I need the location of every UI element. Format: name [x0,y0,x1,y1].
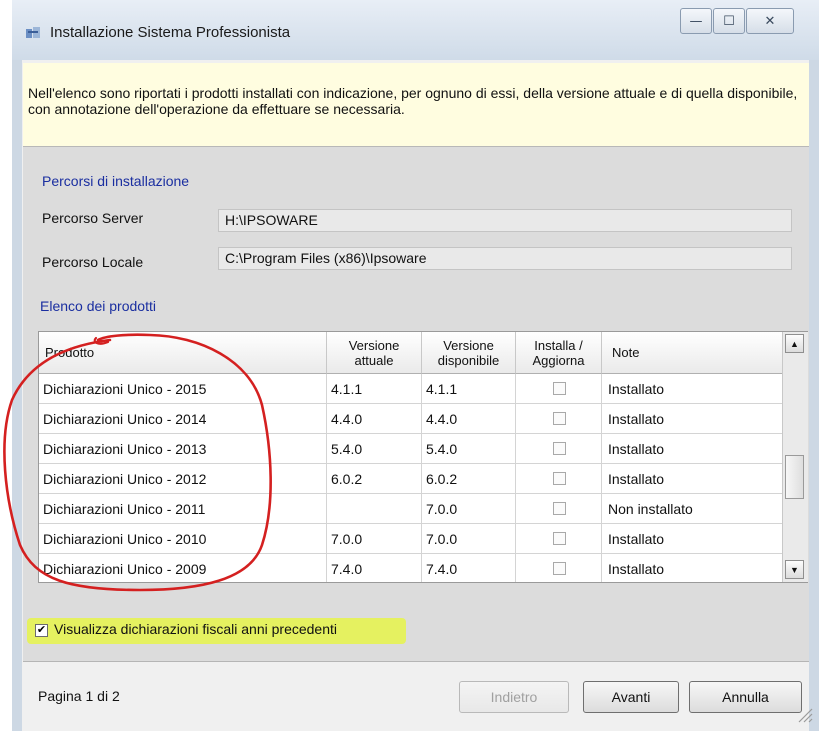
cell-current-version: 4.1.1 [327,374,422,404]
local-path-label: Percorso Locale [42,254,144,270]
column-header-current-version[interactable]: Versione attuale [327,332,422,374]
cell-install [516,464,602,494]
cell-notes: Installato [602,434,783,464]
close-icon: ✕ [764,13,776,29]
close-button[interactable]: ✕ [746,8,794,34]
table-row[interactable]: Dichiarazioni Unico - 2010 7.0.0 7.0.0 I… [39,524,789,554]
install-checkbox[interactable] [553,502,566,515]
server-path-field[interactable]: H:\IPSOWARE [218,209,792,232]
cell-current-version: 5.4.0 [327,434,422,464]
cell-notes: Installato [602,374,783,404]
install-checkbox[interactable] [553,442,566,455]
header-current-line2: attuale [354,352,394,368]
show-previous-label[interactable]: Visualizza dichiarazioni fiscali anni pr… [54,621,337,637]
column-header-install[interactable]: Installa / Aggiorna [516,332,602,374]
window-title: Installazione Sistema Professionista [50,24,291,41]
column-header-notes-label: Note [612,345,640,360]
app-icon [26,27,40,38]
table-row[interactable]: Dichiarazioni Unico - 2013 5.4.0 5.4.0 I… [39,434,789,464]
cell-current-version [327,494,422,524]
table-row[interactable]: Dichiarazioni Unico - 2011 7.0.0 Non ins… [39,494,789,524]
header-current-line1: Versione [348,337,400,353]
arrow-down-icon: ▼ [790,564,799,575]
back-button[interactable]: Indietro [459,681,569,713]
next-button[interactable]: Avanti [583,681,679,713]
cell-install [516,554,602,582]
cell-available-version: 7.0.0 [422,524,516,554]
local-path-field[interactable]: C:\Program Files (x86)\Ipsoware [218,247,792,270]
cell-available-version: 7.0.0 [422,494,516,524]
cell-current-version: 4.4.0 [327,404,422,434]
cell-product: Dichiarazioni Unico - 2012 [39,464,327,494]
cell-install [516,524,602,554]
info-text: Nell'elenco sono riportati i prodotti in… [28,85,798,117]
cell-available-version: 7.4.0 [422,554,516,582]
cell-install [516,434,602,464]
server-path-label: Percorso Server [42,210,144,226]
cell-product: Dichiarazioni Unico - 2009 [39,554,327,582]
header-install-line1: Installa / [534,337,583,353]
arrow-up-icon: ▲ [790,338,799,349]
scroll-down-button[interactable]: ▼ [785,560,804,579]
page-indicator: Pagina 1 di 2 [38,688,120,704]
show-previous-checkbox[interactable]: ✔ [35,624,48,637]
cell-current-version: 7.0.0 [327,524,422,554]
table-row[interactable]: Dichiarazioni Unico - 2009 7.4.0 7.4.0 I… [39,554,789,582]
cell-notes: Installato [602,554,783,582]
maximize-icon: ☐ [723,13,735,29]
install-checkbox[interactable] [553,472,566,485]
install-checkbox[interactable] [553,532,566,545]
scroll-thumb[interactable] [785,455,804,499]
install-checkbox[interactable] [553,412,566,425]
footer-separator [23,661,809,662]
cell-notes: Installato [602,464,783,494]
table-row[interactable]: Dichiarazioni Unico - 2014 4.4.0 4.4.0 I… [39,404,789,434]
cancel-button[interactable]: Annulla [689,681,802,713]
minimize-icon: — [689,13,703,29]
cell-available-version: 4.1.1 [422,374,516,404]
cell-notes: Installato [602,404,783,434]
resize-grip-icon[interactable] [795,705,813,723]
column-header-notes[interactable]: Note [602,332,783,374]
cell-available-version: 5.4.0 [422,434,516,464]
header-available-line1: Versione [443,337,494,353]
cell-install [516,494,602,524]
scroll-up-button[interactable]: ▲ [785,334,804,353]
table-row[interactable]: Dichiarazioni Unico - 2012 6.0.2 6.0.2 I… [39,464,789,494]
window-frame-right [809,60,819,731]
cell-product: Dichiarazioni Unico - 2015 [39,374,327,404]
column-header-available-version[interactable]: Versione disponibile [422,332,516,374]
cell-product: Dichiarazioni Unico - 2013 [39,434,327,464]
cell-current-version: 6.0.2 [327,464,422,494]
cell-current-version: 7.4.0 [327,554,422,582]
table-row[interactable]: Dichiarazioni Unico - 2015 4.1.1 4.1.1 I… [39,374,789,404]
minimize-button[interactable]: — [680,8,712,34]
install-checkbox[interactable] [553,562,566,575]
column-header-product[interactable]: Prodotto [39,332,327,374]
cell-notes: Non installato [602,494,783,524]
cell-available-version: 4.4.0 [422,404,516,434]
header-install-line2: Aggiorna [532,352,585,368]
cell-install [516,404,602,434]
header-available-line2: disponibile [437,352,500,368]
cell-notes: Installato [602,524,783,554]
cell-product: Dichiarazioni Unico - 2011 [39,494,327,524]
products-table: Prodotto Versione attuale Versione disponi… [38,331,808,583]
column-header-product-label: Prodotto [45,345,95,360]
install-checkbox[interactable] [553,382,566,395]
info-banner: Nell'elenco sono riportati i prodotti in… [23,63,809,147]
cell-product: Dichiarazioni Unico - 2014 [39,404,327,434]
products-section-title: Elenco dei prodotti [40,298,156,314]
window-frame-left [12,60,22,731]
check-mark-icon: ✔ [36,624,47,636]
products-scrollbar[interactable]: ▲ ▼ [782,332,808,582]
cell-product: Dichiarazioni Unico - 2010 [39,524,327,554]
paths-section-title: Percorsi di installazione [42,173,190,189]
cell-available-version: 6.0.2 [422,464,516,494]
maximize-button[interactable]: ☐ [713,8,745,34]
cell-install [516,374,602,404]
